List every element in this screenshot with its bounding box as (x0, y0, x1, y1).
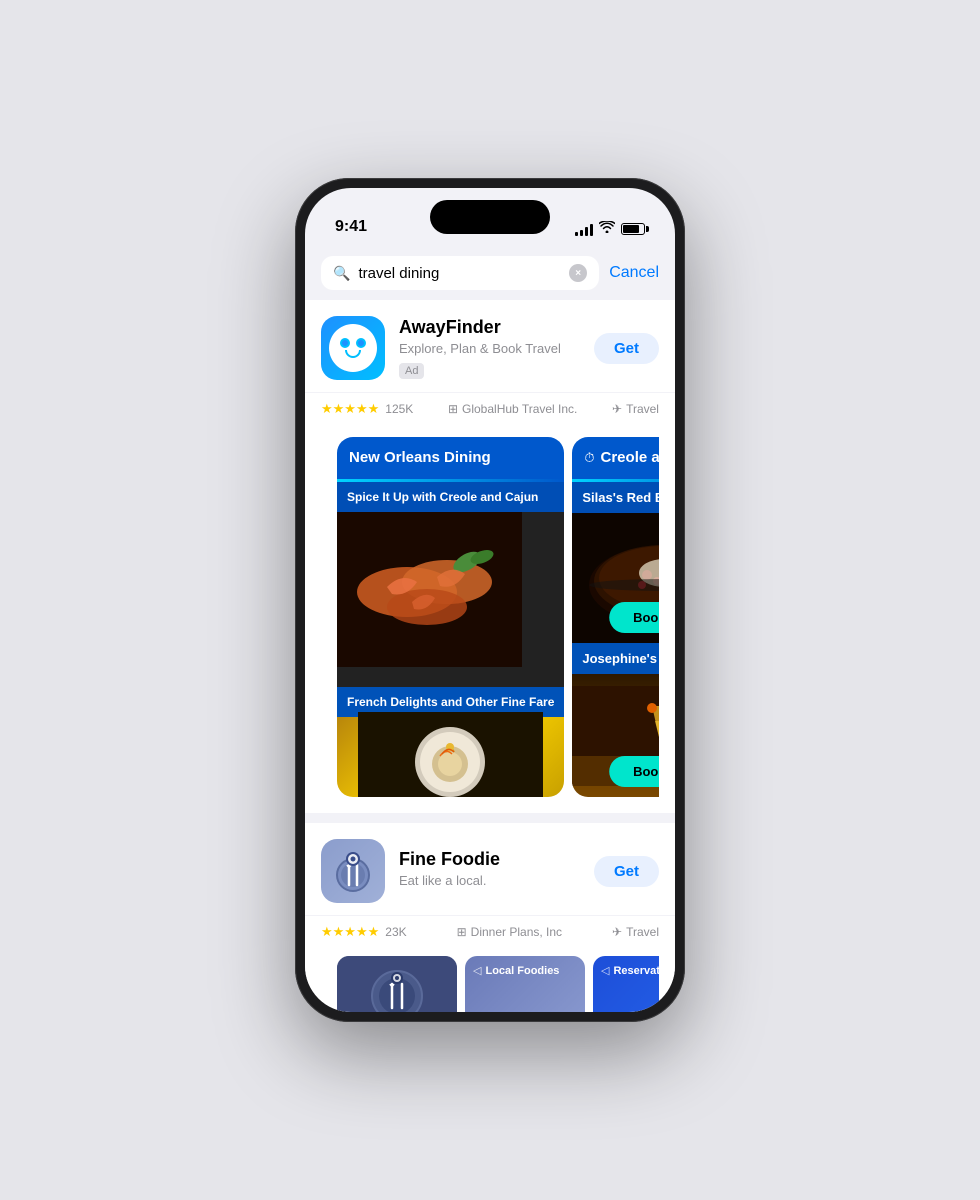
phone-frame: 9:41 (295, 178, 685, 1022)
finefoodie-rating-count: 23K (385, 925, 406, 939)
nola-card-header: New Orleans Dining (337, 437, 564, 479)
wifi-icon (599, 221, 615, 236)
battery-icon (621, 223, 645, 235)
local-foodies-mini-card[interactable]: ◁ Local Foodies ⋯ (465, 956, 585, 1012)
finefoodie-get-button[interactable]: Get (594, 856, 659, 887)
finefoodie-subtitle: Eat like a local. (399, 873, 580, 888)
awayfinder-info: AwayFinder Explore, Plan & Book Travel A… (399, 317, 580, 379)
nola-section1-title: Spice It Up with Creole and Cajun (337, 482, 564, 512)
finefoodie-logo-svg (329, 847, 377, 895)
awayfinder-get-button[interactable]: Get (594, 333, 659, 364)
dynamic-island (430, 200, 550, 234)
local-foodies-label: Local Foodies (485, 965, 559, 977)
finefoodie-icon (321, 839, 385, 903)
creole-stew-image: Book Now (572, 513, 659, 643)
cancel-button[interactable]: Cancel (609, 264, 659, 282)
creole-card-header: ⏱ Creole and Cajun (572, 437, 659, 479)
awayfinder-app-card: AwayFinder Explore, Plan & Book Travel A… (305, 300, 675, 813)
bottom-mini-cards-strip[interactable]: ⋯ ◁ Local Foodies ⋯ (321, 948, 659, 1012)
creole-card-title: Creole and Cajun (601, 449, 659, 467)
awayfinder-stars: ★★★★★ 125K (321, 401, 413, 417)
creole-clock-icon: ⏱ (584, 450, 594, 466)
awayfinder-rating-row: ★★★★★ 125K ⊞ GlobalHub Travel Inc. ✈ Tra… (305, 392, 675, 425)
awayfinder-name: AwayFinder (399, 317, 580, 338)
content-area[interactable]: 🔍 travel dining × Cancel (305, 246, 675, 1012)
ad-badge: Ad (399, 363, 424, 379)
awayfinder-rating-count: 125K (385, 402, 413, 416)
finefoodie-mini-card[interactable]: ⋯ (337, 956, 457, 1012)
creole-cocktail-image: Book Now (572, 674, 659, 797)
creole-card-body: Silas's Red Beans & Rice (572, 482, 659, 797)
search-bar[interactable]: 🔍 travel dining × (321, 256, 599, 290)
awayfinder-icon (321, 316, 385, 380)
nola-card-body: Spice It Up with Creole and Cajun (337, 482, 564, 797)
finefoodie-app-card: Fine Foodie Eat like a local. Get ★★★★★ … (305, 823, 675, 1012)
status-icons (575, 221, 645, 236)
finefoodie-stars: ★★★★★ 23K (321, 924, 407, 940)
creole-restaurant1: Silas's Red Beans & Rice (572, 482, 659, 513)
nola-promo-card[interactable]: New Orleans Dining Spice It Up with Creo… (337, 437, 564, 797)
reservations-mini-card[interactable]: ◁ Reservations ⋯ (593, 956, 659, 1012)
creole-book-now-button[interactable]: Book Now (609, 602, 659, 633)
ff-mini-card-dots: ⋯ (435, 1011, 449, 1012)
awayfinder-category: ✈ Travel (612, 402, 659, 416)
search-icon: 🔍 (333, 265, 350, 282)
reservations-label: Reservations (613, 965, 659, 977)
awayfinder-subtitle: Explore, Plan & Book Travel (399, 341, 580, 356)
nola-french-image (337, 717, 564, 797)
finefoodie-developer: ⊞ Dinner Plans, Inc (457, 925, 562, 939)
josephines-book-now-button[interactable]: Book Now (609, 756, 659, 787)
search-container: 🔍 travel dining × Cancel (305, 246, 675, 300)
promo-strip[interactable]: New Orleans Dining Spice It Up with Creo… (321, 425, 659, 797)
lf-mini-card-dots: ⋯ (563, 1011, 577, 1012)
creole-promo-card[interactable]: ⏱ Creole and Cajun Silas's Red Beans & R… (572, 437, 659, 797)
nola-card-title: New Orleans Dining (349, 449, 552, 467)
phone-screen: 9:41 (305, 188, 675, 1012)
search-clear-button[interactable]: × (569, 264, 587, 282)
finefoodie-name: Fine Foodie (399, 849, 580, 870)
finefoodie-rating-row: ★★★★★ 23K ⊞ Dinner Plans, Inc ✈ Travel (305, 915, 675, 948)
awayfinder-developer: ⊞ GlobalHub Travel Inc. (448, 402, 577, 416)
nola-shrimp-image (337, 512, 564, 687)
signal-icon (575, 222, 593, 236)
finefoodie-category: ✈ Travel (612, 925, 659, 939)
finefoodie-info: Fine Foodie Eat like a local. (399, 849, 580, 893)
app-header-awayfinder: AwayFinder Explore, Plan & Book Travel A… (321, 316, 659, 380)
app-header-finefoodie: Fine Foodie Eat like a local. Get (321, 839, 659, 903)
creole-restaurant2: Josephine's (572, 643, 659, 674)
status-time: 9:41 (335, 218, 367, 236)
search-query: travel dining (358, 265, 561, 282)
